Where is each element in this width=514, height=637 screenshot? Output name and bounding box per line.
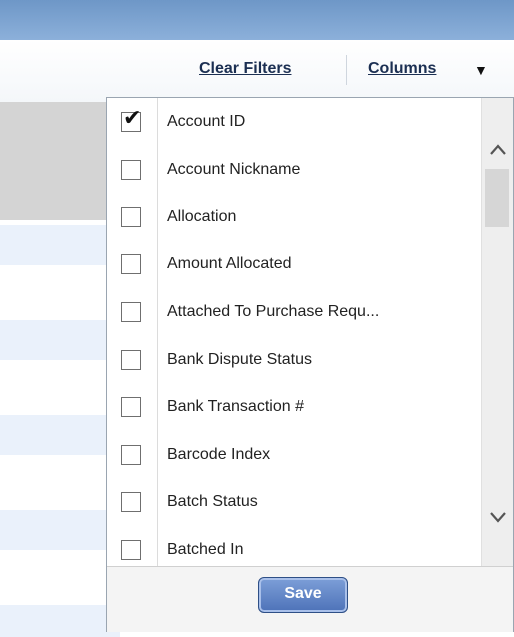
checkbox[interactable] bbox=[121, 254, 141, 274]
checkbox[interactable] bbox=[121, 350, 141, 370]
column-option-label: Batched In bbox=[167, 541, 244, 558]
column-option-allocation[interactable]: Allocation bbox=[107, 195, 481, 241]
column-option-label: Bank Dispute Status bbox=[167, 351, 312, 368]
table-row bbox=[0, 265, 120, 305]
vertical-scrollbar[interactable] bbox=[481, 98, 513, 566]
column-option-label: Allocation bbox=[167, 208, 237, 225]
table-row bbox=[0, 360, 120, 400]
column-option-label: Barcode Index bbox=[167, 446, 271, 463]
column-option-attached-to-purchase-request[interactable]: Attached To Purchase Requ... bbox=[107, 290, 481, 336]
column-option-label: Attached To Purchase Requ... bbox=[167, 303, 380, 320]
checkbox[interactable] bbox=[121, 302, 141, 322]
dropdown-footer: Save bbox=[107, 566, 513, 632]
save-button[interactable]: Save bbox=[258, 577, 348, 613]
checkbox[interactable] bbox=[121, 207, 141, 227]
column-option-bank-transaction[interactable]: Bank Transaction # bbox=[107, 385, 481, 431]
table-row bbox=[0, 510, 120, 550]
column-picker-dropdown: ✔ Account ID Account Nickname Allocation… bbox=[106, 97, 514, 632]
clear-filters-link[interactable]: Clear Filters bbox=[199, 60, 291, 78]
triangle-down-icon[interactable]: ▼ bbox=[474, 62, 488, 78]
column-option-batched-in[interactable]: Batched In bbox=[107, 528, 481, 566]
table-row bbox=[0, 455, 120, 495]
column-option-label: Account ID bbox=[167, 113, 246, 130]
table-row bbox=[0, 550, 120, 590]
column-option-account-nickname[interactable]: Account Nickname bbox=[107, 148, 481, 194]
toolbar-divider bbox=[346, 55, 347, 85]
table-row bbox=[0, 605, 120, 637]
column-list: ✔ Account ID Account Nickname Allocation… bbox=[107, 98, 481, 566]
grid-header bbox=[0, 102, 120, 220]
column-option-batch-status[interactable]: Batch Status bbox=[107, 480, 481, 526]
top-bar bbox=[0, 0, 514, 40]
column-option-barcode-index[interactable]: Barcode Index bbox=[107, 433, 481, 479]
chevron-up-icon[interactable] bbox=[482, 134, 514, 164]
scrollbar-thumb[interactable] bbox=[485, 169, 509, 227]
column-option-label: Account Nickname bbox=[167, 161, 301, 178]
checkmark-icon: ✔ bbox=[123, 106, 142, 131]
checkbox[interactable] bbox=[121, 540, 141, 560]
column-option-account-id[interactable]: ✔ Account ID bbox=[107, 100, 481, 146]
page: Clear Filters Columns ▼ ✔ Account ID Acc… bbox=[0, 0, 514, 637]
checkbox[interactable] bbox=[121, 492, 141, 512]
column-option-label: Batch Status bbox=[167, 493, 258, 510]
chevron-down-icon[interactable] bbox=[482, 502, 514, 532]
table-row bbox=[0, 225, 120, 265]
columns-menu-link[interactable]: Columns bbox=[368, 60, 436, 78]
column-option-label: Amount Allocated bbox=[167, 255, 292, 272]
checkbox[interactable] bbox=[121, 160, 141, 180]
column-option-label: Bank Transaction # bbox=[167, 398, 304, 415]
checkbox[interactable] bbox=[121, 445, 141, 465]
column-option-bank-dispute-status[interactable]: Bank Dispute Status bbox=[107, 338, 481, 384]
checkbox[interactable] bbox=[121, 397, 141, 417]
column-option-amount-allocated[interactable]: Amount Allocated bbox=[107, 242, 481, 288]
table-row bbox=[0, 320, 120, 360]
table-row bbox=[0, 415, 120, 455]
